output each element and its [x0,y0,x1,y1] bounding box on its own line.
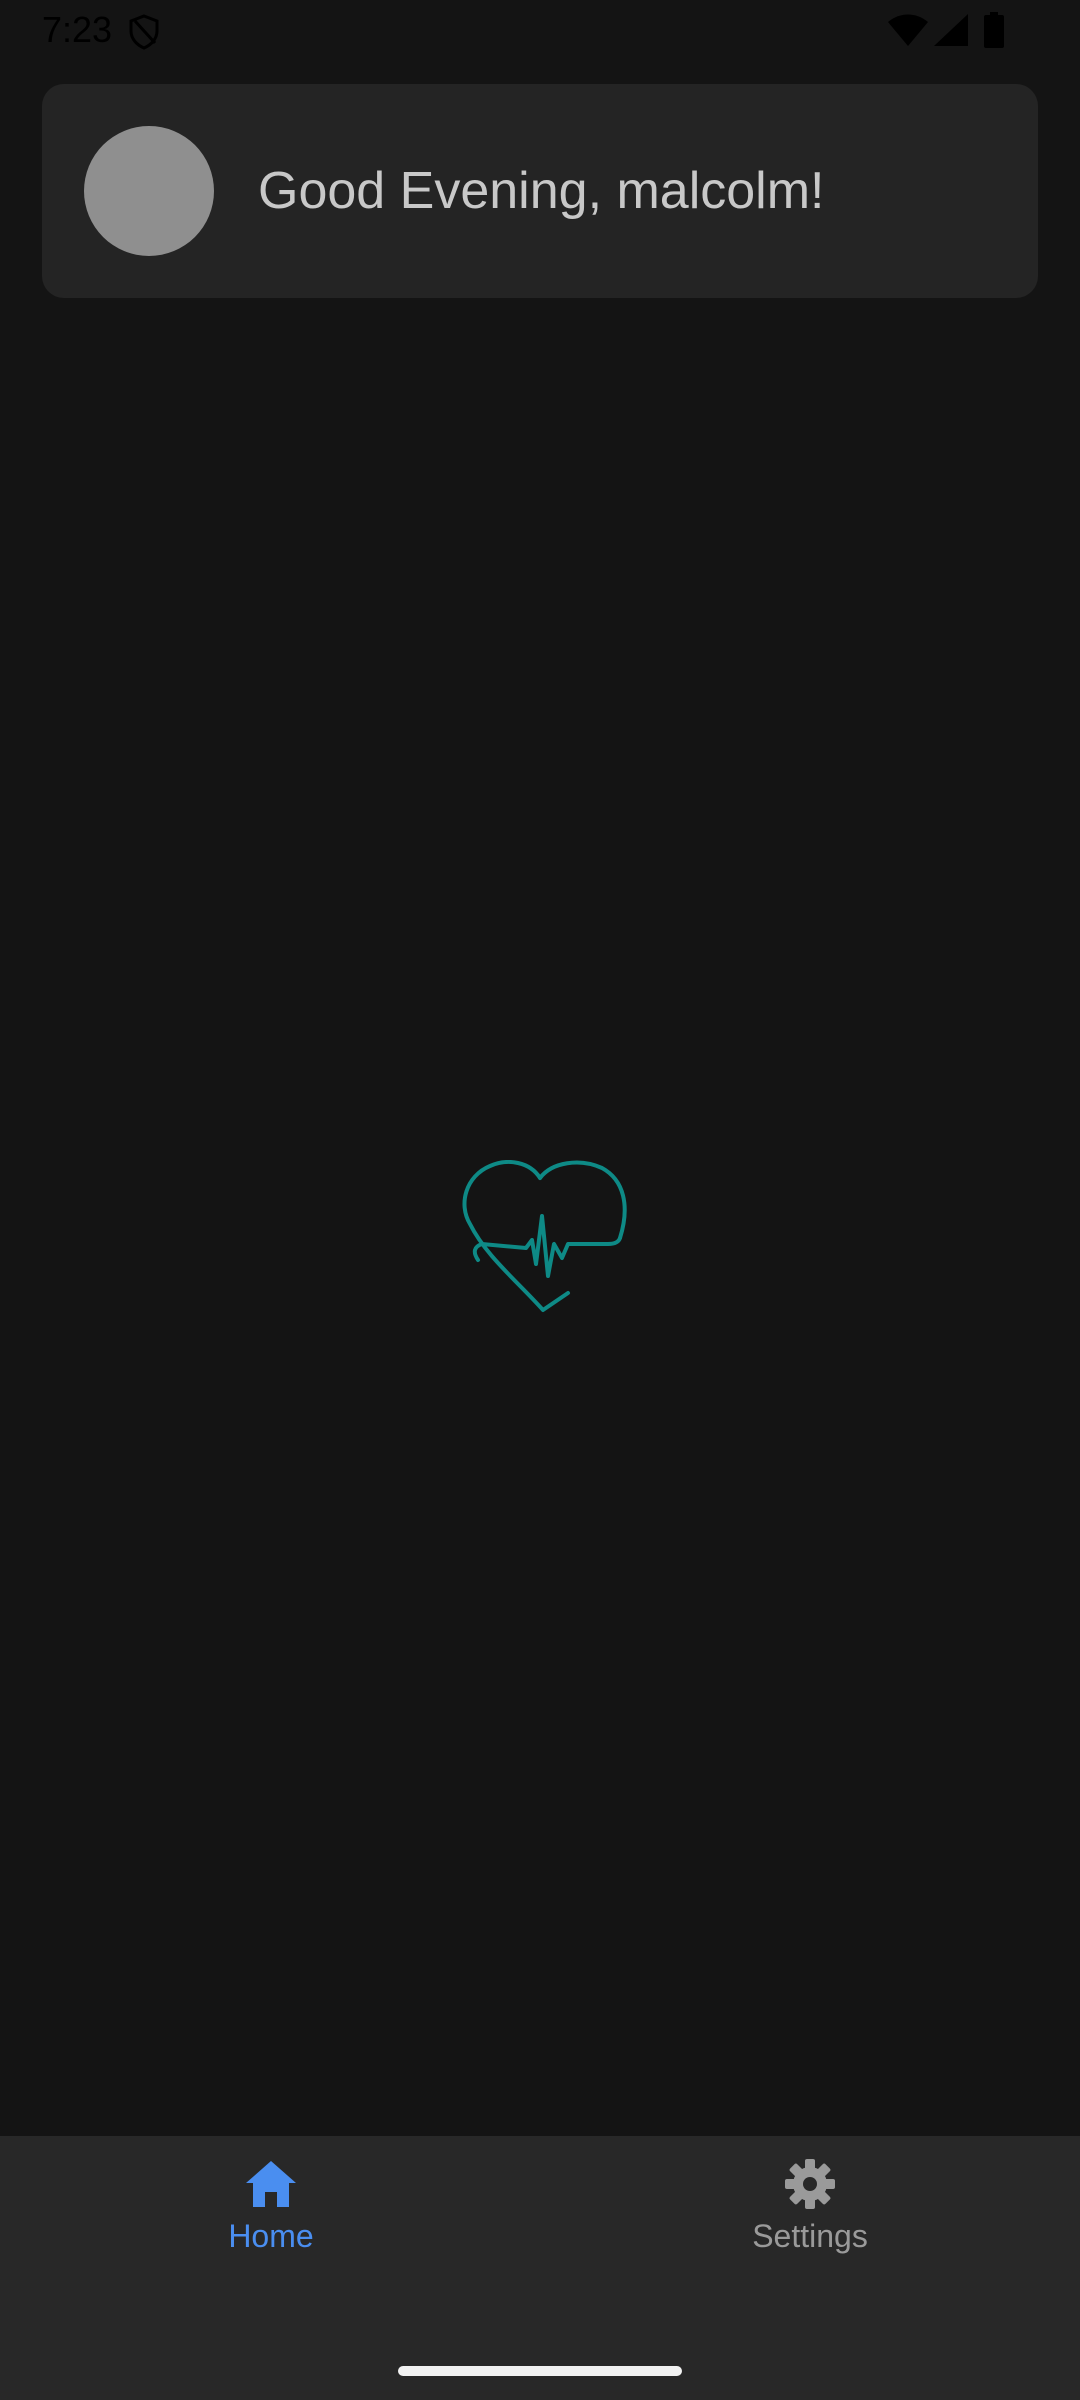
heart-pulse-icon [462,1160,627,1312]
home-indicator[interactable] [398,2366,682,2376]
shield-icon [129,14,159,50]
nav-item-home[interactable]: Home [161,2156,381,2276]
bottom-nav: Home Settings [0,2136,1080,2400]
greeting-card[interactable]: Good Evening, malcolm! [42,84,1038,298]
signal-icon [934,14,968,46]
avatar[interactable] [84,126,214,256]
status-time: 7:23 [42,9,113,50]
nav-label-home: Home [228,2218,314,2254]
wifi-icon [888,14,928,46]
nav-item-settings[interactable]: Settings [700,2156,920,2276]
battery-icon [984,12,1004,48]
nav-label-settings: Settings [752,2218,868,2254]
gear-icon [785,2159,835,2209]
home-icon [246,2161,296,2207]
status-bar: 7:23 [0,0,1080,60]
greeting-text: Good Evening, malcolm! [258,162,825,220]
